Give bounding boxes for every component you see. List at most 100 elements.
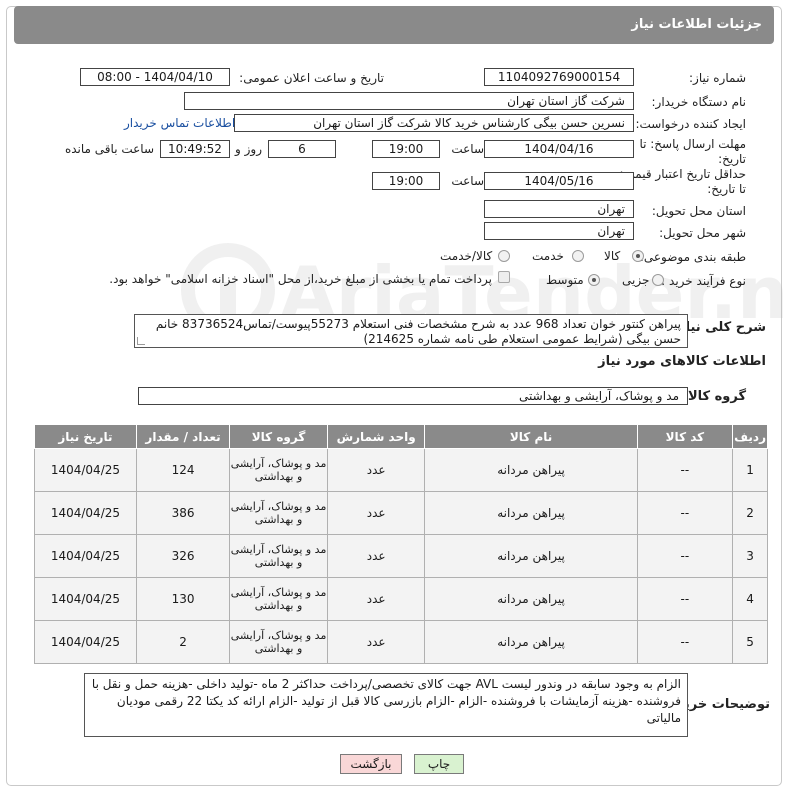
cell-qty: 124 xyxy=(135,448,231,492)
table-row: 1 -- پیراهن مردانه عدد مد و پوشاک، آرایش… xyxy=(34,448,768,492)
print-button[interactable]: چاپ xyxy=(414,754,464,774)
table-row: 5 -- پیراهن مردانه عدد مد و پوشاک، آرایش… xyxy=(34,620,768,664)
need-number-value: 1104092769000154 xyxy=(484,68,634,86)
back-button[interactable]: بازگشت xyxy=(340,754,402,774)
cell-code: -- xyxy=(636,448,734,492)
cell-row: 4 xyxy=(732,577,768,621)
contact-info-link[interactable]: اطلاعات تماس خریدار xyxy=(124,116,235,130)
goods-table: ردیف کد کالا نام کالا واحد شمارش گروه کا… xyxy=(34,424,768,664)
table-row: 4 -- پیراهن مردانه عدد مد و پوشاک، آرایش… xyxy=(34,577,768,621)
category-option-goods: کالا xyxy=(604,249,621,263)
buyer-notes-textarea[interactable]: الزام به وجود سابقه در وندور لیست AVL جه… xyxy=(84,673,688,737)
cell-qty: 130 xyxy=(135,577,231,621)
requester-label: ایجاد کننده درخواست: xyxy=(635,117,746,131)
cell-qty: 386 xyxy=(135,491,231,535)
cell-group: مد و پوشاک، آرایشی و بهداشتی xyxy=(229,534,328,578)
cell-unit: عدد xyxy=(326,448,426,492)
col-name: نام کالا xyxy=(424,424,638,449)
category-radio-goods[interactable] xyxy=(632,250,644,262)
col-group: گروه کالا xyxy=(229,424,328,449)
cell-unit: عدد xyxy=(326,620,426,664)
cell-qty: 326 xyxy=(135,534,231,578)
cell-date: 1404/04/25 xyxy=(34,491,137,535)
table-row: 2 -- پیراهن مردانه عدد مد و پوشاک، آرایش… xyxy=(34,491,768,535)
announce-value: 1404/04/10 - 08:00 xyxy=(80,68,230,86)
cell-name: پیراهن مردانه xyxy=(424,577,638,621)
cell-row: 2 xyxy=(732,491,768,535)
remaining-time-value: 10:49:52 xyxy=(160,140,230,158)
cell-group: مد و پوشاک، آرایشی و بهداشتی xyxy=(229,620,328,664)
category-radio-goods-service[interactable] xyxy=(498,250,510,262)
city-value: تهران xyxy=(484,222,634,240)
page-title: جزئیات اطلاعات نیاز xyxy=(631,17,762,32)
reply-date-value: 1404/04/16 xyxy=(484,140,634,158)
cell-name: پیراهن مردانه xyxy=(424,448,638,492)
process-option-minor: جزیی xyxy=(622,273,650,287)
table-header-row: ردیف کد کالا نام کالا واحد شمارش گروه کا… xyxy=(34,424,768,449)
process-option-medium: متوسط xyxy=(546,273,584,287)
province-value: تهران xyxy=(484,200,634,218)
process-radio-medium[interactable] xyxy=(588,274,600,286)
cell-code: -- xyxy=(636,620,734,664)
col-date: تاریخ نیاز xyxy=(34,424,137,449)
cell-name: پیراهن مردانه xyxy=(424,620,638,664)
buyer-notes-text: الزام به وجود سابقه در وندور لیست AVL جه… xyxy=(91,677,681,725)
requester-value: نسرین حسن بیگی کارشناس خرید کالا شرکت گا… xyxy=(234,114,634,132)
col-code: کد کالا xyxy=(636,424,734,449)
cell-code: -- xyxy=(636,491,734,535)
days-label: روز و xyxy=(235,142,262,156)
announce-label: تاریخ و ساعت اعلان عمومی: xyxy=(239,71,384,85)
goods-group-value: مد و پوشاک، آرایشی و بهداشتی xyxy=(138,387,688,405)
cell-unit: عدد xyxy=(326,534,426,578)
category-option-service: خدمت xyxy=(532,249,564,263)
cell-name: پیراهن مردانه xyxy=(424,491,638,535)
reply-time-value: 19:00 xyxy=(372,140,440,158)
cell-name: پیراهن مردانه xyxy=(424,534,638,578)
price-validity-label: حداقل تاریخ اعتبار قیمت: تا تاریخ: xyxy=(619,167,746,196)
cell-date: 1404/04/25 xyxy=(34,534,137,578)
col-unit: واحد شمارش xyxy=(326,424,426,449)
cell-group: مد و پوشاک، آرایشی و بهداشتی xyxy=(229,448,328,492)
cell-row: 1 xyxy=(732,448,768,492)
col-qty: تعداد / مقدار xyxy=(135,424,231,449)
cell-code: -- xyxy=(636,534,734,578)
cell-group: مد و پوشاک، آرایشی و بهداشتی xyxy=(229,491,328,535)
buyer-org-value: شرکت گاز استان تهران xyxy=(184,92,634,110)
cell-qty: 2 xyxy=(135,620,231,664)
cell-code: -- xyxy=(636,577,734,621)
cell-row: 3 xyxy=(732,534,768,578)
province-label: استان محل تحویل: xyxy=(651,204,746,218)
resize-grip-icon[interactable] xyxy=(137,337,145,345)
description-textarea[interactable]: پیراهن کنتور خوان تعداد 968 عدد به شرح م… xyxy=(134,314,688,348)
process-label: نوع فرآیند خرید : xyxy=(661,274,746,288)
table-row: 3 -- پیراهن مردانه عدد مد و پوشاک، آرایش… xyxy=(34,534,768,578)
process-radio-minor[interactable] xyxy=(652,274,664,286)
remaining-label: ساعت باقی مانده xyxy=(64,142,154,156)
cell-date: 1404/04/25 xyxy=(34,577,137,621)
description-text: پیراهن کنتور خوان تعداد 968 عدد به شرح م… xyxy=(155,317,681,346)
price-time-value: 19:00 xyxy=(372,172,440,190)
days-value: 6 xyxy=(268,140,336,158)
price-date-value: 1404/05/16 xyxy=(484,172,634,190)
goods-section-title: اطلاعات کالاهای مورد نیاز xyxy=(598,354,766,369)
cell-unit: عدد xyxy=(326,577,426,621)
goods-group-label: گروه کالا: xyxy=(682,389,746,404)
reply-hour-label: ساعت xyxy=(451,142,484,156)
category-option-goods-service: کالا/خدمت xyxy=(440,249,493,263)
page-header: جزئیات اطلاعات نیاز xyxy=(14,6,774,44)
category-radio-service[interactable] xyxy=(572,250,584,262)
cell-unit: عدد xyxy=(326,491,426,535)
buyer-org-label: نام دستگاه خریدار: xyxy=(651,95,747,109)
cell-group: مد و پوشاک، آرایشی و بهداشتی xyxy=(229,577,328,621)
cell-date: 1404/04/25 xyxy=(34,448,137,492)
reply-deadline-label: مهلت ارسال پاسخ: تا تاریخ: xyxy=(639,137,746,166)
payment-note: پرداخت تمام یا بخشی از مبلغ خرید،از محل … xyxy=(109,272,492,286)
col-row: ردیف xyxy=(732,424,768,449)
need-number-label: شماره نیاز: xyxy=(689,71,746,85)
cell-row: 5 xyxy=(732,620,768,664)
cell-date: 1404/04/25 xyxy=(34,620,137,664)
category-label: طبقه بندی موضوعی: xyxy=(639,250,746,264)
price-hour-label: ساعت xyxy=(451,174,484,188)
city-label: شهر محل تحویل: xyxy=(659,226,746,240)
treasury-payment-checkbox[interactable] xyxy=(498,271,510,283)
